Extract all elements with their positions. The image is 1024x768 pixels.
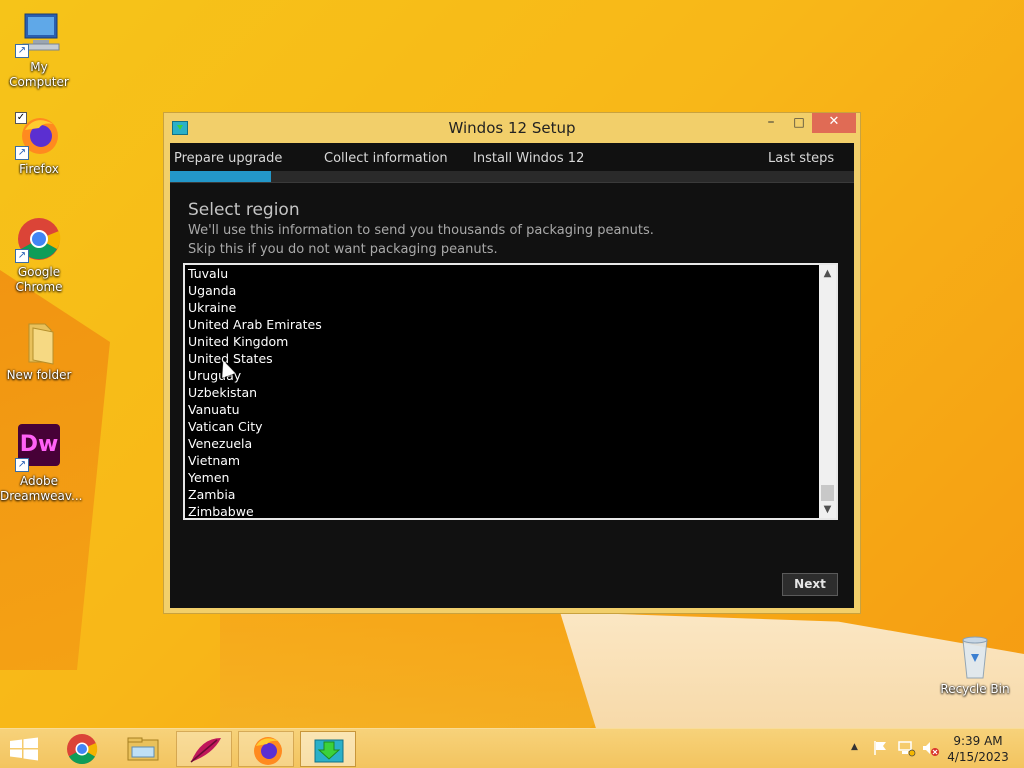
feather-app-icon [190, 738, 221, 763]
taskbar: ▲ 9:39 AM 4/15/2023 [0, 728, 1024, 768]
setup-content: Prepare upgrade Collect information Inst… [170, 143, 854, 608]
window-title: Windos 12 Setup [448, 119, 576, 137]
next-button[interactable]: Next [782, 573, 838, 596]
region-option[interactable]: Uzbekistan [188, 384, 322, 401]
region-option[interactable]: United Arab Emirates [188, 316, 322, 333]
description-line-1: We'll use this information to send you t… [188, 223, 654, 238]
scroll-thumb[interactable] [821, 485, 834, 501]
file-explorer-icon [127, 737, 159, 761]
desktop-icon-dreamweaver[interactable]: Dw ↗ Adobe Dreamweav... [0, 424, 83, 504]
step-bar: Prepare upgrade Collect information Inst… [170, 143, 854, 171]
firefox-icon: ✓ ↗ [15, 112, 63, 160]
page-heading: Select region [188, 200, 300, 220]
region-option[interactable]: Yemen [188, 469, 322, 486]
firefox-icon [254, 737, 282, 765]
setup-window[interactable]: Windos 12 Setup – □ ✕ Prepare upgrade Co… [163, 112, 861, 614]
desktop-icon-recycle-bin[interactable]: Recycle Bin [936, 632, 1014, 697]
region-option[interactable]: Tuvalu [188, 265, 322, 282]
shortcut-arrow-icon: ↗ [15, 44, 29, 58]
divider [170, 182, 854, 183]
taskbar-setup[interactable] [300, 731, 356, 767]
show-hidden-icons-button[interactable]: ▲ [851, 742, 858, 768]
computer-icon: ↗ [15, 10, 63, 58]
chrome-icon: ↗ [15, 215, 63, 263]
start-button[interactable] [0, 731, 56, 767]
taskbar-file-explorer[interactable] [116, 731, 172, 767]
setup-progress-bar [170, 171, 854, 182]
desktop-icon-label: New folder [6, 368, 72, 382]
action-center-flag-icon[interactable] [872, 739, 890, 768]
taskbar-clock[interactable]: 9:39 AM 4/15/2023 [940, 733, 1016, 765]
dreamweaver-icon: Dw ↗ [15, 424, 63, 472]
minimize-button[interactable]: – [760, 113, 782, 133]
shortcut-arrow-icon: ↗ [15, 458, 29, 472]
shortcut-arrow-icon: ↗ [15, 146, 29, 160]
checkbox-icon: ✓ [15, 112, 27, 124]
windows-logo-icon [10, 737, 38, 761]
desktop-icon-chrome[interactable]: ↗ Google Chrome [0, 215, 78, 295]
region-option[interactable]: Vietnam [188, 452, 322, 469]
step-install: Install Windos 12 [473, 151, 585, 166]
region-option[interactable]: Uganda [188, 282, 322, 299]
scroll-down-icon[interactable]: ▼ [819, 501, 836, 518]
desktop-icon-firefox[interactable]: ✓ ↗ Firefox [0, 112, 78, 177]
taskbar-chrome[interactable] [56, 731, 112, 767]
region-option[interactable]: Vatican City [188, 418, 322, 435]
region-option[interactable]: United States [188, 350, 322, 367]
progress-fill [170, 171, 271, 182]
region-option[interactable]: Vanuatu [188, 401, 322, 418]
region-items: Tuvalu Uganda Ukraine United Arab Emirates U… [188, 265, 322, 518]
step-last-steps: Last steps [768, 151, 835, 166]
chrome-icon [67, 734, 98, 765]
step-prepare-upgrade: Prepare upgrade [174, 151, 283, 166]
scroll-up-icon[interactable]: ▲ [819, 265, 836, 282]
network-icon[interactable] [896, 739, 916, 768]
region-option[interactable]: Venezuela [188, 435, 322, 452]
region-option[interactable]: Uruguay [188, 367, 322, 384]
description-line-2: Skip this if you do not want packaging p… [188, 242, 498, 257]
volume-muted-icon[interactable] [920, 739, 940, 768]
region-option[interactable]: United Kingdom [188, 333, 322, 350]
taskbar-firefox[interactable] [238, 731, 294, 767]
folder-icon [15, 318, 63, 366]
clock-date: 4/15/2023 [947, 750, 1009, 764]
region-option[interactable]: Ukraine [188, 299, 322, 316]
desktop-icon-label: Google Chrome [15, 265, 63, 294]
setup-icon [314, 739, 344, 763]
scrollbar[interactable]: ▲ ▼ [819, 265, 836, 518]
title-bar[interactable]: Windos 12 Setup – □ ✕ [164, 113, 860, 143]
maximize-button[interactable]: □ [788, 113, 810, 133]
close-button[interactable]: ✕ [812, 113, 856, 133]
recycle-bin-icon [951, 632, 999, 680]
desktop-icon-my-computer[interactable]: ↗ My Computer [0, 10, 78, 90]
region-list[interactable]: Tuvalu Uganda Ukraine United Arab Emirates U… [183, 263, 838, 520]
desktop-icon-label: My Computer [9, 60, 69, 89]
region-option[interactable]: Zambia [188, 486, 322, 503]
region-option[interactable]: Zimbabwe [188, 503, 322, 518]
desktop-icon-new-folder[interactable]: New folder [0, 318, 78, 383]
desktop-icon-label: Recycle Bin [940, 682, 1010, 696]
shortcut-arrow-icon: ↗ [15, 249, 29, 263]
desktop-icon-label: Firefox [19, 162, 59, 176]
desktop-icon-label: Adobe Dreamweav... [0, 474, 83, 503]
step-collect-information: Collect information [324, 151, 448, 166]
taskbar-feather-app[interactable] [176, 731, 232, 767]
clock-time: 9:39 AM [953, 734, 1003, 748]
